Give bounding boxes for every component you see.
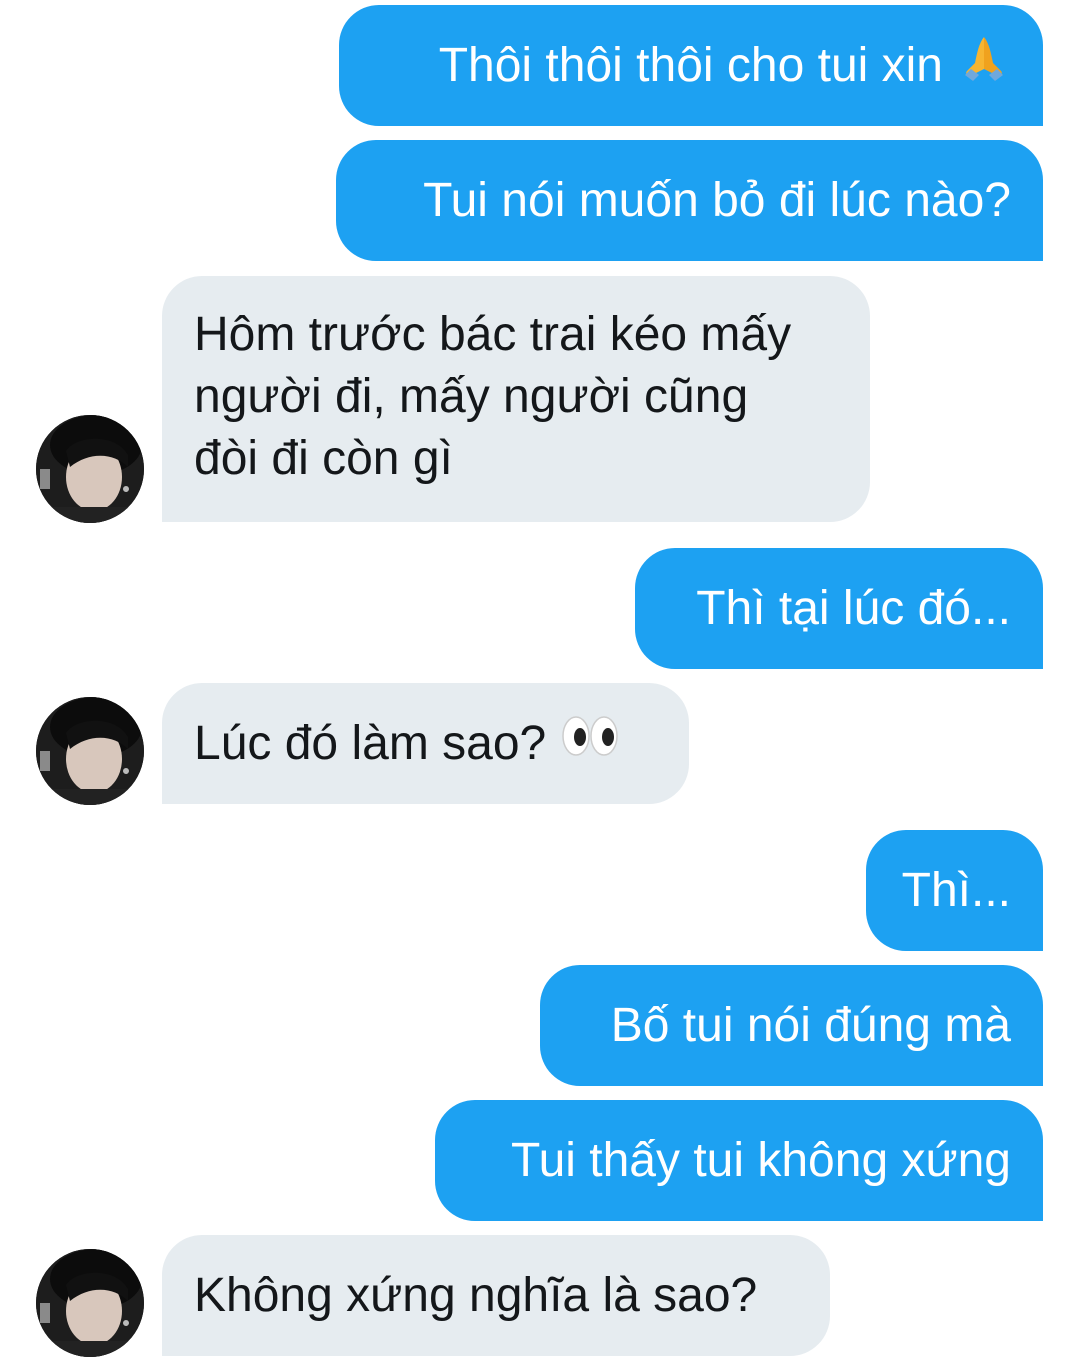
message-text: Hôm trước bác trai kéo mấy người đi, mấy…: [194, 308, 792, 485]
avatar-photo-icon: [36, 415, 144, 523]
avatar-photo-icon: [36, 697, 144, 805]
avatar[interactable]: [36, 1249, 144, 1357]
message-text: Thì...: [901, 863, 1011, 917]
message-bubble-sent[interactable]: Tui nói muốn bỏ đi lúc nào?: [336, 140, 1043, 261]
eyes-icon: [560, 713, 620, 775]
message-bubble-sent[interactable]: Bố tui nói đúng mà: [540, 965, 1043, 1086]
message-bubble-received[interactable]: Lúc đó làm sao?: [162, 683, 689, 804]
message-text: Bố tui nói đúng mà: [610, 998, 1011, 1052]
avatar[interactable]: [36, 697, 144, 805]
message-bubble-sent[interactable]: Thì tại lúc đó...: [635, 548, 1043, 669]
message-bubble-sent[interactable]: Thì...: [866, 830, 1043, 951]
message-text: Không xứng nghĩa là sao?: [194, 1268, 758, 1322]
message-text: Tui nói muốn bỏ đi lúc nào?: [423, 173, 1011, 227]
folded-hands-icon: [957, 31, 1011, 101]
message-bubble-received[interactable]: Hôm trước bác trai kéo mấy người đi, mấy…: [162, 276, 870, 522]
message-text: Thôi thôi thôi cho tui xin: [438, 38, 943, 92]
message-bubble-received[interactable]: Không xứng nghĩa là sao?: [162, 1235, 830, 1356]
message-bubble-sent[interactable]: Tui thấy tui không xứng: [435, 1100, 1043, 1221]
message-bubble-sent[interactable]: Thôi thôi thôi cho tui xin: [339, 5, 1043, 126]
message-text: Thì tại lúc đó...: [696, 581, 1011, 635]
avatar[interactable]: [36, 415, 144, 523]
avatar-photo-icon: [36, 1249, 144, 1357]
message-text: Tui thấy tui không xứng: [511, 1133, 1011, 1187]
message-text: Lúc đó làm sao?: [194, 716, 547, 770]
